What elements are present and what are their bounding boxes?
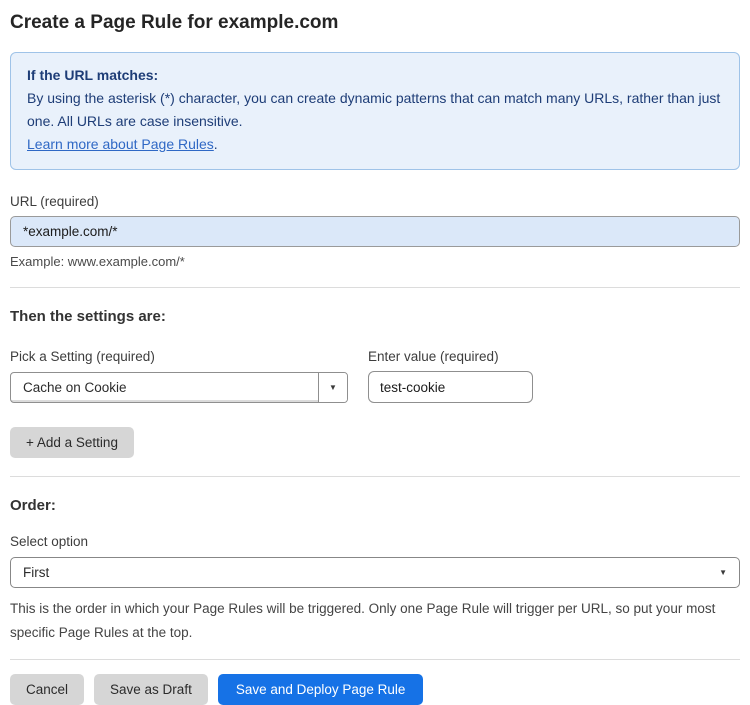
setting-value-label: Enter value (required) (368, 349, 499, 364)
footer-buttons: Cancel Save as Draft Save and Deploy Pag… (10, 674, 740, 705)
divider-after-settings (10, 476, 740, 477)
info-box-heading: If the URL matches: (27, 67, 159, 83)
settings-row: Pick a Setting (required) Cache on Cooki… (10, 325, 740, 403)
info-box-body: By using the asterisk (*) character, you… (27, 90, 721, 129)
divider-before-footer (10, 659, 740, 660)
save-deploy-button[interactable]: Save and Deploy Page Rule (217, 674, 424, 705)
url-matches-info-box: If the URL matches: By using the asteris… (10, 52, 740, 170)
info-box-link-line: Learn more about Page Rules. (27, 133, 723, 156)
link-suffix: . (213, 136, 218, 152)
learn-more-link[interactable]: Learn more about Page Rules (27, 136, 214, 152)
page-title: Create a Page Rule for example.com (10, 12, 339, 33)
page-rule-form: Create a Page Rule for example.com If th… (0, 0, 750, 705)
url-example-text: Example: www.example.com/* (10, 254, 185, 269)
url-field-label: URL (required) (10, 194, 99, 209)
setting-value-column: Enter value (required) (368, 332, 533, 403)
setting-value-input[interactable] (368, 371, 533, 403)
settings-section-heading: Then the settings are: (10, 308, 166, 325)
setting-select-value: Cache on Cookie (11, 373, 318, 402)
save-draft-button[interactable]: Save as Draft (94, 674, 208, 705)
add-setting-button[interactable]: + Add a Setting (10, 427, 134, 458)
order-section-heading: Order: (10, 497, 56, 514)
divider-after-url (10, 287, 740, 288)
setting-select-column: Pick a Setting (required) Cache on Cooki… (10, 325, 348, 403)
chevron-down-icon[interactable]: ▼ (318, 373, 347, 402)
url-input[interactable] (10, 216, 740, 247)
order-select-value: First (23, 565, 50, 580)
order-select[interactable]: First ▼ (10, 557, 740, 588)
setting-select-label: Pick a Setting (required) (10, 349, 155, 364)
order-help-text: This is the order in which your Page Rul… (10, 601, 716, 640)
cancel-button[interactable]: Cancel (10, 674, 85, 705)
chevron-down-icon: ▼ (719, 568, 727, 577)
setting-select[interactable]: Cache on Cookie ▼ (10, 372, 348, 403)
order-select-label: Select option (10, 534, 89, 549)
